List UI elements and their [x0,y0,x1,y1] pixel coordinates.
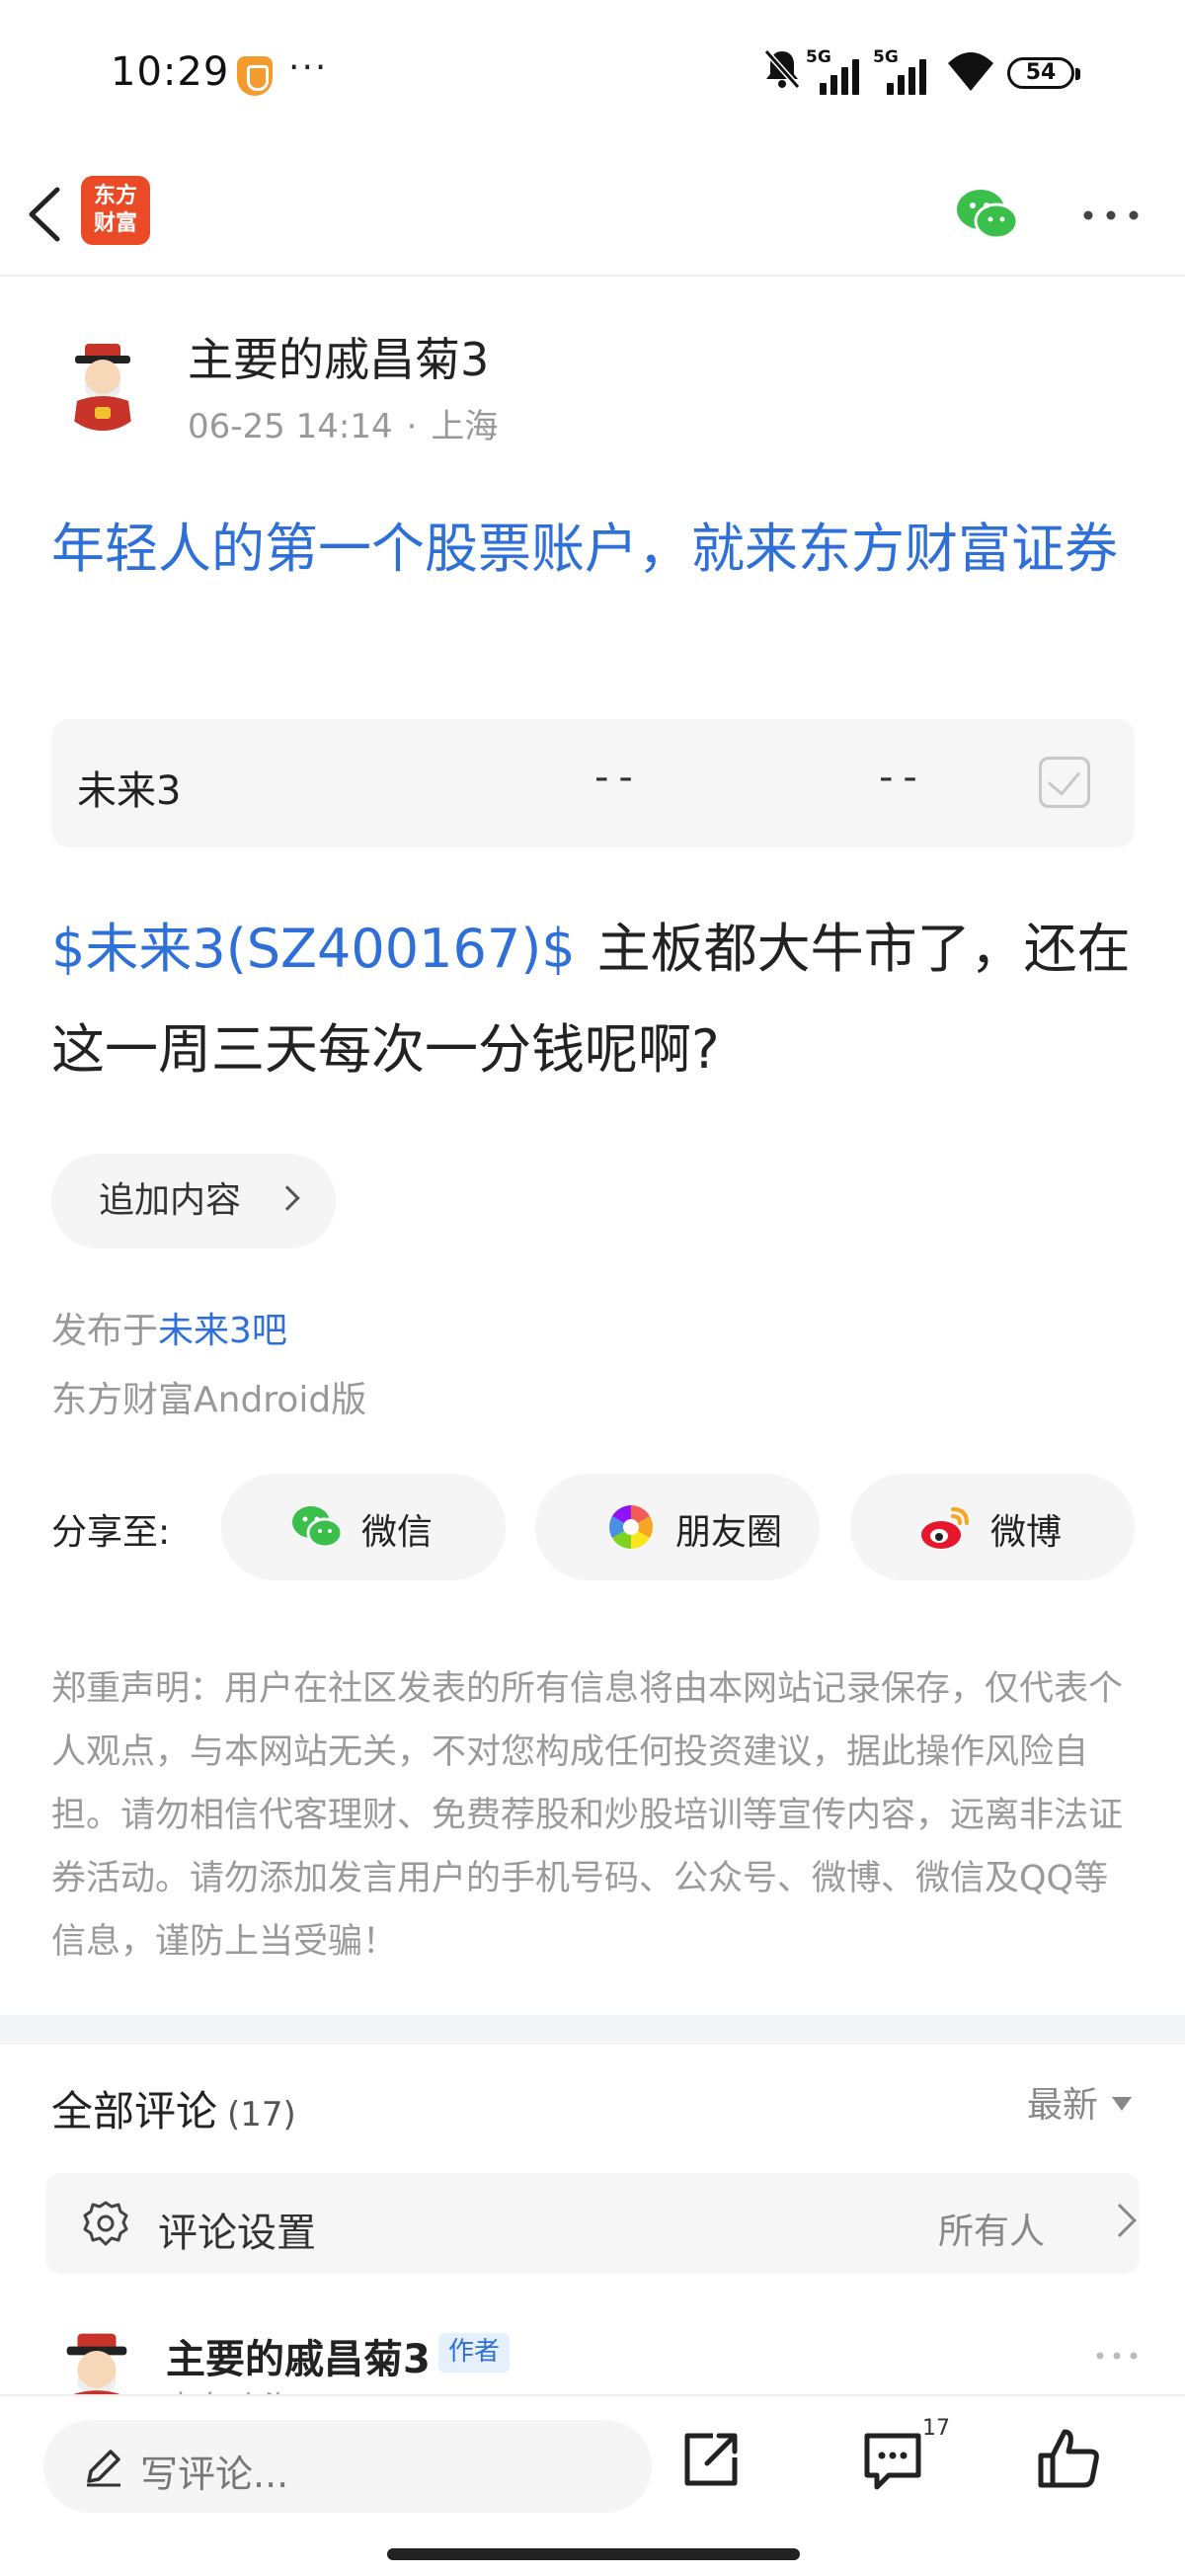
pencil-icon [87,2450,120,2487]
comment-more-icon[interactable] [1092,2341,1142,2371]
thumbs-up-icon[interactable] [1031,2422,1106,2497]
wechat-icon [292,1506,344,1549]
stock-name: 未来3 [77,768,182,814]
back-arrow-icon[interactable] [22,180,71,249]
bell-muted-icon [763,49,801,89]
share-weibo-button[interactable]: 微博 [850,1474,1135,1580]
top-nav-bar: 东方 财富 [0,158,1185,277]
gear-icon [83,2201,128,2246]
comment-settings-row[interactable]: 评论设置 所有人 [45,2173,1140,2274]
eastmoney-logo: 东方 财富 [81,176,150,245]
stock-price: -- [594,755,643,800]
promo-title-link[interactable]: 年轻人的第一个股票账户，就来东方财富证券 [51,506,1138,593]
battery-icon: 54 [1007,57,1080,89]
share-label: 分享至: [51,1512,171,1553]
weibo-icon [921,1507,969,1549]
home-indicator[interactable] [387,2548,800,2560]
share-out-icon[interactable] [673,2422,749,2497]
share-wechat-button[interactable]: 微信 [221,1474,506,1580]
status-bar: 10:29 ··· 5G 5G 54 [0,0,1185,148]
stock-tag-link[interactable]: $未来3(SZ400167)$ [51,918,576,980]
stock-quote-card[interactable]: 未来3 -- -- [51,719,1135,847]
comment-permission-value: 所有人 [938,2212,1046,2252]
commenter-name[interactable]: 主要的戚昌菊3 [166,2327,431,2384]
chevron-right-icon [275,1185,300,1211]
signal-1-icon: 5G [806,47,865,95]
comments-count: (17) [227,2095,296,2134]
caret-down-icon [1112,2097,1133,2111]
comment-icon[interactable] [855,2422,930,2497]
comments-sort-dropdown[interactable]: 最新 [1027,2076,1133,2128]
author-name[interactable]: 主要的戚昌菊3 [188,324,489,389]
wifi-icon [948,52,993,91]
author-badge: 作者 [438,2333,511,2373]
append-content-button[interactable]: 追加内容 [51,1154,336,1248]
forum-link[interactable]: 未来3吧 [158,1311,287,1351]
post-meta: 06-25 14:14 · 上海 [188,407,499,446]
add-watchlist-checkbox[interactable] [1039,757,1090,808]
wechat-share-icon[interactable] [953,180,1022,249]
status-icons: 5G 5G 54 [750,47,1086,97]
post-date: 06-25 14:14 [188,407,393,446]
write-comment-input[interactable]: 写评论... [43,2420,652,2513]
post-source: 东方财富Android版 [51,1380,367,1420]
published-in: 发布于未来3吧 [51,1311,287,1351]
security-shield-icon [237,56,273,96]
status-time: 10:29 [111,49,230,95]
stock-change: -- [879,755,927,800]
more-options-icon[interactable] [1076,196,1146,235]
chevron-right-icon [1103,2204,1137,2237]
disclaimer-text: 郑重声明：用户在社区发表的所有信息将由本网站记录保存，仅代表个人观点，与本网站无… [51,1669,1124,1962]
moments-icon [609,1505,653,1549]
post-content: $未来3(SZ400167)$ 主板都大牛市了，还在这一周三天每次一分钱呢啊? [51,899,1147,1100]
comments-title: 全部评论 (17) [51,2087,296,2135]
section-divider [0,2015,1185,2045]
notification-more-icon: ··· [288,47,329,88]
share-moments-button[interactable]: 朋友圈 [535,1474,820,1580]
signal-2-icon: 5G [873,47,932,95]
author-avatar[interactable] [55,336,150,431]
post-location: 上海 [431,407,499,446]
comment-count-badge: 17 [922,2416,950,2441]
